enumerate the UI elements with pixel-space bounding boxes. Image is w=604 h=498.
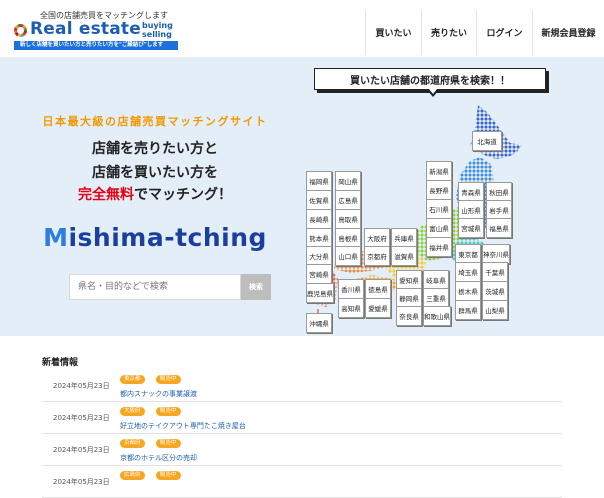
main-nav: 買いたい 売りたい ログイン 新規会員登録 (365, 10, 604, 55)
pref-ibaraki[interactable]: 茨城県 (482, 281, 508, 301)
pref-fukuoka[interactable]: 福岡県 (306, 171, 332, 191)
pref-nagasaki[interactable]: 長崎県 (306, 209, 332, 229)
news-title-link[interactable]: 好立地のテイクアウト専門たこ焼き屋台 (120, 421, 246, 431)
pref-mie[interactable]: 三重県 (423, 288, 449, 308)
news-date: 2024年05月23日 (53, 414, 110, 422)
pref-nagano[interactable]: 長野県 (426, 180, 452, 200)
pref-wakayama[interactable]: 和歌山県 (423, 306, 451, 326)
pref-ehime[interactable]: 愛媛県 (365, 298, 391, 318)
pref-yamaguchi[interactable]: 山口県 (335, 246, 361, 266)
pref-kanagawa[interactable]: 神奈川県 (482, 244, 510, 264)
status-tag: 販売中 (156, 439, 181, 448)
nav-sell[interactable]: 売りたい (421, 10, 476, 55)
site-logo[interactable]: Real estate buying selling 新しく店舗を買いたい方と売… (14, 19, 178, 53)
nav-register[interactable]: 新規会員登録 (532, 10, 604, 55)
pref-saitama[interactable]: 埼玉県 (455, 262, 481, 282)
hero-section: 日本最大級の店舗売買マッチングサイト 店舗を売りたい方と 店舗を買いたい方を 完… (0, 57, 604, 336)
pref-tottori[interactable]: 鳥取県 (335, 209, 361, 229)
status-tag: 販売中 (156, 471, 181, 480)
pref-miyazaki[interactable]: 宮崎県 (306, 264, 332, 284)
news-date: 2024年05月23日 (53, 478, 110, 486)
news-item[interactable]: 2024年05月23日 大阪府 販売中 好立地のテイクアウト専門たこ焼き屋台 (42, 402, 562, 434)
status-tag: 販売中 (156, 407, 181, 416)
nav-login[interactable]: ログイン (476, 10, 532, 55)
pref-shiga[interactable]: 滋賀県 (391, 246, 417, 266)
news-item[interactable]: 2024年05月23日 京都府 販売中 京都のホテル区分の売却 (42, 434, 562, 466)
pref-chiba[interactable]: 千葉県 (482, 262, 508, 282)
nav-buy[interactable]: 買いたい (365, 10, 421, 55)
pref-niigata[interactable]: 新潟県 (426, 161, 452, 181)
site-header: 全国の店舗売買をマッチングします Real estate buying sell… (0, 0, 604, 57)
pref-hokkaido[interactable]: 北海道 (472, 131, 502, 151)
pref-okayama[interactable]: 岡山県 (335, 171, 361, 191)
status-tag: 販売中 (156, 375, 181, 384)
pref-hiroshima[interactable]: 広島県 (335, 190, 361, 210)
news-heading: 新着情報 (42, 358, 79, 368)
pref-gifu[interactable]: 岐阜県 (423, 270, 449, 290)
pref-kagawa[interactable]: 香川県 (338, 279, 364, 299)
pref-yamanashi[interactable]: 山梨県 (482, 300, 508, 320)
pref-akita[interactable]: 秋田県 (486, 182, 512, 202)
pref-ishikawa[interactable]: 石川県 (426, 199, 452, 219)
pref-shizuoka[interactable]: 静岡県 (396, 288, 422, 308)
pref-tokushima[interactable]: 徳島県 (365, 279, 391, 299)
news-list: 2024年05月23日 東京都 販売中 都内スナックの事業譲渡 2024年05月… (42, 370, 562, 498)
pref-oita[interactable]: 大分県 (306, 246, 332, 266)
news-date: 2024年05月23日 (53, 382, 110, 390)
area-tag: 京都府 (120, 439, 145, 448)
pref-kumamoto[interactable]: 熊本県 (306, 228, 332, 248)
pref-osaka[interactable]: 大阪府 (364, 228, 390, 248)
pref-saga[interactable]: 佐賀県 (306, 190, 332, 210)
pref-gunma[interactable]: 群馬県 (455, 300, 481, 320)
map-title: 買いたい店舗の都道府県を検索！！ (314, 68, 546, 97)
pref-kagoshima[interactable]: 鹿児島県 (306, 283, 334, 303)
pref-fukushima[interactable]: 福島県 (486, 218, 512, 238)
japan-map (306, 105, 522, 319)
pref-aichi[interactable]: 愛知県 (396, 270, 422, 290)
pref-aomori[interactable]: 青森県 (458, 182, 484, 202)
pref-fukui[interactable]: 福井県 (426, 237, 452, 257)
logo-wordmark: Real estate (30, 19, 141, 39)
pref-yamagata[interactable]: 山形県 (458, 200, 484, 220)
pref-toyama[interactable]: 富山県 (426, 218, 452, 238)
pref-miyagi[interactable]: 宮城県 (458, 218, 484, 238)
pref-nara[interactable]: 奈良県 (396, 306, 422, 326)
pref-iwate[interactable]: 岩手県 (486, 200, 512, 220)
area-tag: 広島県 (120, 471, 145, 480)
pref-kochi[interactable]: 高知県 (338, 298, 364, 318)
news-item[interactable]: 2024年05月23日 広島県 販売中 (42, 466, 562, 498)
area-tag: 東京都 (120, 375, 145, 384)
news-title-link[interactable]: 京都のホテル区分の売却 (120, 453, 197, 463)
logo-subtext: buying selling (142, 21, 173, 39)
pref-okinawa[interactable]: 沖縄県 (306, 313, 332, 333)
pref-shimane[interactable]: 島根県 (335, 228, 361, 248)
logo-banner: 新しく店舗を買いたい方と売りたい方を"ご縁結び"します (14, 41, 178, 50)
pref-hyogo[interactable]: 兵庫県 (391, 228, 417, 248)
pref-kyoto[interactable]: 京都府 (364, 246, 390, 266)
pref-tochigi[interactable]: 栃木県 (455, 281, 481, 301)
pref-tokyo[interactable]: 東京都 (455, 244, 481, 264)
news-item[interactable]: 2024年05月23日 東京都 販売中 都内スナックの事業譲渡 (42, 370, 562, 402)
area-tag: 大阪府 (120, 407, 145, 416)
news-date: 2024年05月23日 (53, 446, 110, 454)
sdgs-wheel-icon (14, 24, 27, 37)
news-title-link[interactable]: 都内スナックの事業譲渡 (120, 389, 197, 399)
